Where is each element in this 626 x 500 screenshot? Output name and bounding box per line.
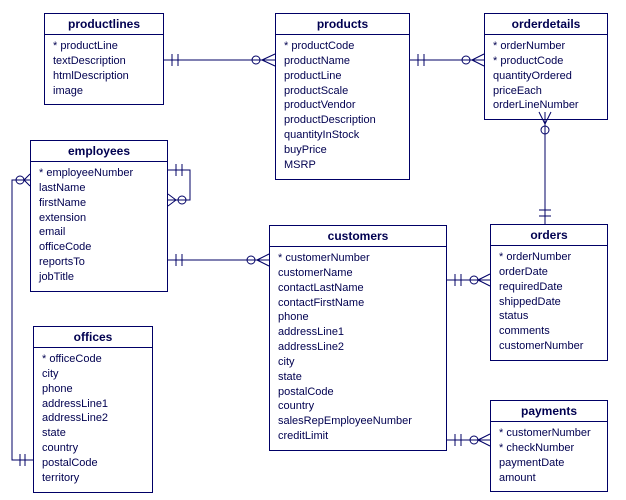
attr-row: jobTitle: [39, 270, 159, 285]
attr-row: postalCode: [278, 385, 438, 400]
attr-row: productDescription: [284, 113, 401, 128]
attr-row: country: [278, 399, 438, 414]
entity-title: orders: [491, 225, 607, 246]
rel-employees-customers: [168, 254, 269, 266]
entity-products: products * productCode productName produ…: [275, 13, 410, 180]
attr-row: territory: [42, 471, 144, 486]
attr-row: MSRP: [284, 158, 401, 173]
attr-row: contactFirstName: [278, 296, 438, 311]
entity-title: productlines: [45, 14, 163, 35]
rel-customers-orders: [447, 274, 490, 286]
attr-row: * officeCode: [42, 352, 144, 367]
attr-row: officeCode: [39, 240, 159, 255]
attr-row: * employeeNumber: [39, 166, 159, 181]
entity-body: * orderNumber orderDate requiredDate shi…: [491, 246, 607, 360]
entity-body: * customerNumber * checkNumber paymentDa…: [491, 422, 607, 491]
attr-row: state: [42, 426, 144, 441]
attr-row: shippedDate: [499, 295, 599, 310]
attr-row: htmlDescription: [53, 69, 155, 84]
entity-title: employees: [31, 141, 167, 162]
rel-products-orderdetails: [410, 54, 484, 66]
entity-orders: orders * orderNumber orderDate requiredD…: [490, 224, 608, 361]
attr-row: quantityInStock: [284, 128, 401, 143]
attr-row: city: [42, 367, 144, 382]
attr-row: quantityOrdered: [493, 69, 599, 84]
attr-row: comments: [499, 324, 599, 339]
entity-productlines: productlines * productLine textDescripti…: [44, 13, 164, 105]
rel-employees-self: [168, 164, 190, 206]
entity-customers: customers * customerNumber customerName …: [269, 225, 447, 451]
attr-row: productVendor: [284, 98, 401, 113]
entity-body: * productCode productName productLine pr…: [276, 35, 409, 179]
attr-row: state: [278, 370, 438, 385]
attr-row: requiredDate: [499, 280, 599, 295]
attr-row: textDescription: [53, 54, 155, 69]
attr-row: contactLastName: [278, 281, 438, 296]
attr-row: customerNumber: [499, 339, 599, 354]
entity-title: products: [276, 14, 409, 35]
attr-row: * productLine: [53, 39, 155, 54]
attr-row: addressLine1: [278, 325, 438, 340]
entity-body: * customerNumber customerName contactLas…: [270, 247, 446, 450]
attr-row: productScale: [284, 84, 401, 99]
entity-body: * employeeNumber lastName firstName exte…: [31, 162, 167, 291]
attr-row: lastName: [39, 181, 159, 196]
entity-body: * productLine textDescription htmlDescri…: [45, 35, 163, 104]
entity-employees: employees * employeeNumber lastName firs…: [30, 140, 168, 292]
attr-row: city: [278, 355, 438, 370]
attr-row: extension: [39, 211, 159, 226]
entity-payments: payments * customerNumber * checkNumber …: [490, 400, 608, 492]
entity-body: * officeCode city phone addressLine1 add…: [34, 348, 152, 492]
attr-row: * productCode: [493, 54, 599, 69]
attr-row: status: [499, 309, 599, 324]
attr-row: addressLine2: [42, 411, 144, 426]
attr-row: * orderNumber: [493, 39, 599, 54]
attr-row: productName: [284, 54, 401, 69]
entity-title: customers: [270, 226, 446, 247]
entity-offices: offices * officeCode city phone addressL…: [33, 326, 153, 493]
rel-orders-orderdetails: [539, 112, 551, 224]
attr-row: priceEach: [493, 84, 599, 99]
attr-row: email: [39, 225, 159, 240]
attr-row: * checkNumber: [499, 441, 599, 456]
attr-row: postalCode: [42, 456, 144, 471]
attr-row: phone: [42, 382, 144, 397]
entity-title: offices: [34, 327, 152, 348]
attr-row: * orderNumber: [499, 250, 599, 265]
attr-row: image: [53, 84, 155, 99]
attr-row: orderLineNumber: [493, 98, 599, 113]
attr-row: creditLimit: [278, 429, 438, 444]
rel-customers-payments: [447, 434, 490, 446]
entity-title: orderdetails: [485, 14, 607, 35]
attr-row: * productCode: [284, 39, 401, 54]
attr-row: salesRepEmployeeNumber: [278, 414, 438, 429]
attr-row: buyPrice: [284, 143, 401, 158]
attr-row: productLine: [284, 69, 401, 84]
rel-productlines-products: [164, 54, 275, 66]
attr-row: paymentDate: [499, 456, 599, 471]
attr-row: * customerNumber: [278, 251, 438, 266]
attr-row: addressLine2: [278, 340, 438, 355]
attr-row: reportsTo: [39, 255, 159, 270]
attr-row: amount: [499, 471, 599, 486]
attr-row: phone: [278, 310, 438, 325]
attr-row: country: [42, 441, 144, 456]
entity-title: payments: [491, 401, 607, 422]
attr-row: firstName: [39, 196, 159, 211]
entity-body: * orderNumber * productCode quantityOrde…: [485, 35, 607, 119]
attr-row: orderDate: [499, 265, 599, 280]
entity-orderdetails: orderdetails * orderNumber * productCode…: [484, 13, 608, 120]
attr-row: customerName: [278, 266, 438, 281]
attr-row: * customerNumber: [499, 426, 599, 441]
attr-row: addressLine1: [42, 397, 144, 412]
